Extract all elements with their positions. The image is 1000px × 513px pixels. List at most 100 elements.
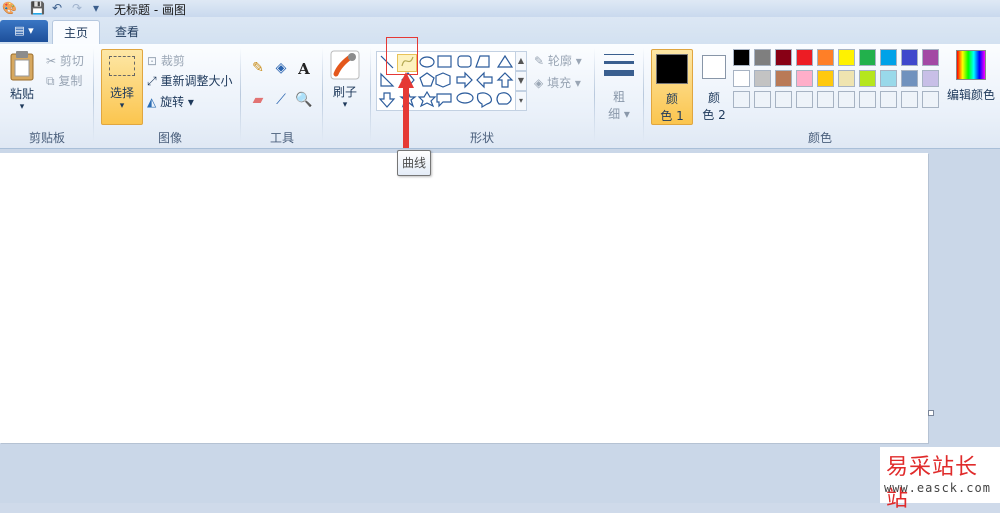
palette-swatch-empty[interactable] bbox=[880, 91, 897, 108]
fill-icon: ◈ bbox=[534, 76, 544, 90]
palette-swatch-empty[interactable] bbox=[733, 91, 750, 108]
customize-quick-access-icon[interactable]: ▾ bbox=[93, 1, 99, 16]
palette-swatch[interactable] bbox=[733, 70, 750, 87]
oval-shape-icon bbox=[419, 56, 435, 68]
edit-colors-button[interactable]: 编辑颜色 bbox=[946, 50, 996, 103]
palette-swatch[interactable] bbox=[880, 49, 897, 66]
outline-icon: ✎ bbox=[534, 54, 545, 68]
resize-button[interactable]: ⤢ 重新调整大小 bbox=[147, 72, 232, 89]
palette-swatch[interactable] bbox=[922, 70, 939, 87]
brushes-button[interactable]: 刷子 ▾ bbox=[328, 50, 362, 110]
line-width-icon bbox=[604, 54, 634, 76]
scroll-down-icon[interactable]: ▼ bbox=[515, 71, 527, 91]
rounded-rectangle-shape-icon bbox=[457, 55, 472, 68]
color2-label-b: 色 2 bbox=[702, 108, 726, 122]
app-icon: 🎨 bbox=[2, 1, 17, 15]
heart-shape-icon bbox=[496, 92, 512, 105]
canvas-resize-handle[interactable] bbox=[928, 410, 934, 416]
palette-swatch[interactable] bbox=[838, 49, 855, 66]
palette-swatch[interactable] bbox=[754, 49, 771, 66]
resize-label: 重新调整大小 bbox=[160, 74, 233, 88]
annotation-arrow-icon bbox=[398, 72, 414, 148]
palette-swatch[interactable] bbox=[901, 70, 918, 87]
outline-button[interactable]: ✎ 轮廓 ▾ bbox=[534, 52, 582, 69]
selection-icon bbox=[109, 56, 135, 76]
copy-icon: ⧉ bbox=[46, 74, 55, 88]
clipboard-group-label: 剪贴板 bbox=[28, 131, 65, 145]
palette-swatch[interactable] bbox=[775, 70, 792, 87]
expand-gallery-icon[interactable]: ▾ bbox=[515, 91, 527, 111]
divider bbox=[322, 48, 323, 142]
palette-swatch[interactable] bbox=[817, 49, 834, 66]
select-button[interactable]: 选择 ▾ bbox=[101, 49, 143, 125]
palette-swatch[interactable] bbox=[922, 49, 939, 66]
palette-swatch[interactable] bbox=[796, 49, 813, 66]
palette-swatch[interactable] bbox=[859, 70, 876, 87]
drawing-canvas[interactable] bbox=[0, 153, 928, 443]
paste-button[interactable]: 粘贴 ▾ bbox=[6, 50, 38, 112]
left-arrow-shape-icon bbox=[476, 71, 493, 89]
palette-swatch[interactable] bbox=[733, 49, 750, 66]
palette-swatch[interactable] bbox=[796, 70, 813, 87]
palette-swatch-empty[interactable] bbox=[922, 91, 939, 108]
save-icon[interactable]: 💾 bbox=[30, 1, 45, 16]
palette-swatch[interactable] bbox=[754, 70, 771, 87]
eraser-icon[interactable]: ▰ bbox=[248, 92, 268, 112]
tab-view[interactable]: 查看 bbox=[104, 20, 150, 44]
copy-button[interactable]: ⧉ 复制 bbox=[46, 72, 82, 89]
palette-swatch[interactable] bbox=[901, 49, 918, 66]
color-picker-icon[interactable]: ⟋ bbox=[271, 92, 291, 112]
rotate-button[interactable]: ◭ 旋转 ▾ bbox=[147, 93, 194, 110]
text-tool-icon[interactable]: A bbox=[294, 60, 314, 80]
size-button[interactable]: 粗 细 ▾ bbox=[601, 51, 637, 122]
fill-button[interactable]: ◈ 填充 ▾ bbox=[534, 74, 581, 91]
cloud-callout-shape-icon bbox=[476, 92, 493, 109]
size-label-line2: 细 ▾ bbox=[608, 107, 630, 121]
crop-icon: ⊡ bbox=[147, 54, 158, 68]
triangle-shape-icon bbox=[496, 54, 514, 68]
shapes-scroll[interactable]: ▲ ▼ ▾ bbox=[515, 51, 527, 111]
palette-swatch-empty[interactable] bbox=[817, 91, 834, 108]
fill-bucket-icon[interactable]: ◈ bbox=[271, 60, 291, 80]
cut-button[interactable]: ✂ 剪切 bbox=[46, 52, 84, 69]
tab-home[interactable]: 主页 bbox=[52, 20, 100, 45]
right-triangle-shape-icon bbox=[380, 72, 395, 87]
scissors-icon: ✂ bbox=[46, 54, 57, 68]
file-menu-button[interactable]: ▤ ▾ bbox=[0, 20, 48, 42]
size-label-line1: 粗 bbox=[612, 90, 625, 104]
palette-swatch-empty[interactable] bbox=[838, 91, 855, 108]
scroll-up-icon[interactable]: ▲ bbox=[515, 51, 527, 71]
copy-label: 复制 bbox=[58, 74, 83, 88]
palette-swatch[interactable] bbox=[838, 70, 855, 87]
oval-callout-shape-icon bbox=[456, 92, 474, 104]
palette-swatch-empty[interactable] bbox=[775, 91, 792, 108]
magnifier-icon[interactable]: 🔍 bbox=[294, 92, 314, 112]
palette-swatch[interactable] bbox=[859, 49, 876, 66]
palette-swatch[interactable] bbox=[880, 70, 897, 87]
up-arrow-shape-icon bbox=[496, 72, 514, 88]
hexagon-shape-icon bbox=[435, 72, 451, 88]
palette-swatch-empty[interactable] bbox=[859, 91, 876, 108]
palette-swatch-empty[interactable] bbox=[901, 91, 918, 108]
brushes-label: 刷子 bbox=[332, 85, 357, 99]
palette-swatch[interactable] bbox=[817, 70, 834, 87]
edit-colors-label: 编辑颜色 bbox=[946, 88, 995, 102]
tooltip-curve: 曲线 bbox=[397, 150, 431, 176]
crop-button[interactable]: ⊡ 裁剪 bbox=[147, 52, 185, 69]
color2-button[interactable]: 颜 色 2 bbox=[694, 49, 734, 123]
tools-group-label: 工具 bbox=[269, 131, 294, 145]
palette-swatch[interactable] bbox=[775, 49, 792, 66]
color2-swatch bbox=[702, 55, 726, 79]
undo-icon[interactable]: ↶ bbox=[52, 1, 62, 16]
clipboard-icon bbox=[10, 51, 34, 81]
palette-swatch-empty[interactable] bbox=[754, 91, 771, 108]
palette-swatch-empty[interactable] bbox=[796, 91, 813, 108]
polygon-shape-icon bbox=[475, 55, 490, 68]
resize-icon: ⤢ bbox=[147, 74, 157, 88]
pencil-icon[interactable]: ✎ bbox=[248, 60, 268, 80]
brush-icon bbox=[330, 50, 360, 80]
color1-button[interactable]: 颜 色 1 bbox=[651, 49, 693, 125]
colors-group-label: 颜色 bbox=[807, 131, 832, 145]
tab-row: ▤ ▾ 主页 查看 bbox=[0, 17, 1000, 45]
redo-icon[interactable]: ↷ bbox=[72, 1, 82, 16]
